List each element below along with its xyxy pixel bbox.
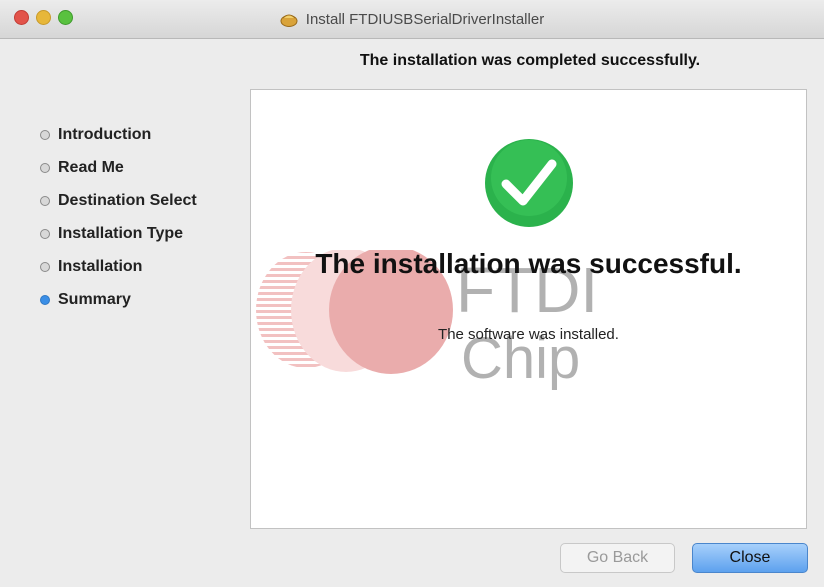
step-bullet-icon: [40, 129, 50, 140]
go-back-button[interactable]: Go Back: [560, 543, 675, 573]
page-subtitle: The installation was completed successfu…: [359, 52, 701, 69]
installer-window: Install FTDIUSBSerialDriverInstaller The…: [0, 0, 824, 587]
step-label: Read Me: [58, 158, 124, 176]
window-title-group: Install FTDIUSBSerialDriverInstaller: [0, 0, 824, 38]
success-check-icon: [485, 139, 573, 227]
step-bullet-icon: [40, 162, 50, 173]
step-label: Destination Select: [58, 191, 197, 209]
content-panel: FTDI Chip The installation was successfu…: [250, 89, 807, 529]
window-title: Install FTDIUSBSerialDriverInstaller: [305, 10, 545, 28]
step-label: Installation Type: [58, 224, 184, 242]
step-label: Installation: [58, 257, 143, 275]
success-message: The software was installed.: [438, 326, 619, 343]
step-installation: Installation: [40, 250, 240, 283]
step-introduction: Introduction: [40, 118, 240, 151]
step-summary: Summary: [40, 283, 240, 316]
step-label: Introduction: [58, 125, 152, 143]
success-heading: The installation was successful.: [315, 248, 742, 279]
step-label: Summary: [58, 290, 131, 308]
close-button[interactable]: Close: [692, 543, 808, 573]
step-bullet-icon: [40, 261, 50, 272]
step-installation-type: Installation Type: [40, 217, 240, 250]
title-bar[interactable]: Install FTDIUSBSerialDriverInstaller: [0, 0, 824, 39]
step-read-me: Read Me: [40, 151, 240, 184]
package-icon: [280, 14, 298, 27]
steps-sidebar: Introduction Read Me Destination Select …: [40, 118, 240, 316]
step-bullet-active-icon: [40, 294, 50, 305]
step-bullet-icon: [40, 195, 50, 206]
step-destination-select: Destination Select: [40, 184, 240, 217]
step-bullet-icon: [40, 228, 50, 239]
